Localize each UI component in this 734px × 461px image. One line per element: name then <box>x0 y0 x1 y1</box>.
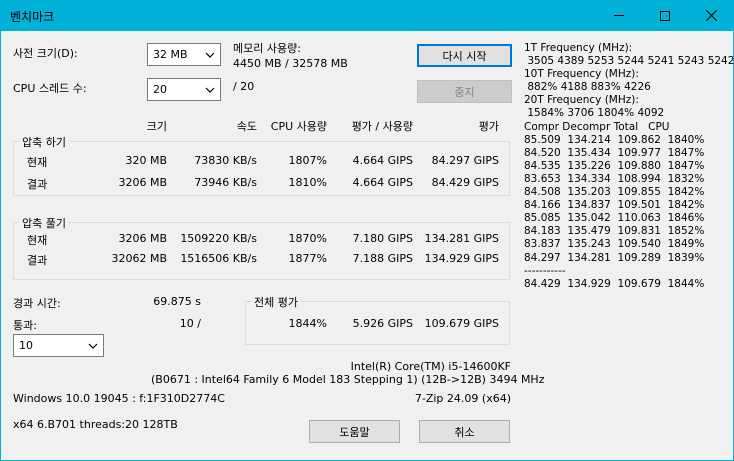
compress-result-label: 결과 <box>27 178 48 191</box>
passes-label: 통과: <box>13 319 37 332</box>
minimize-icon <box>614 15 624 16</box>
threads-label: CPU 스레드 수: <box>13 82 87 95</box>
compress-current-speed: 73830 KB/s <box>194 154 257 167</box>
stop-button[interactable]: 중지 <box>417 80 512 103</box>
decompress-result-cpu: 1877% <box>288 252 327 265</box>
total-rating-usage: 5.926 GIPS <box>352 317 413 330</box>
maximize-button[interactable] <box>642 0 688 31</box>
build-info: x64 6.B701 threads:20 128TB <box>13 418 178 431</box>
restart-button-label: 다시 시작 <box>442 49 487 63</box>
compress-result-cpu: 1810% <box>288 176 327 189</box>
decompress-result-speed: 1516506 KB/s <box>180 252 257 265</box>
log-line: 3505 4389 5253 5244 5241 5243 5242 <box>524 55 734 68</box>
log-line: ----------- <box>524 264 566 277</box>
memory-usage-label: 메모리 사용량: <box>233 42 301 55</box>
frequency-log: 1T Frequency (MHz): 3505 4389 5253 5244 … <box>524 42 734 291</box>
elapsed-time-value: 69.875 s <box>153 295 201 308</box>
log-line: 84.508 135.203 109.855 1842% <box>524 186 705 199</box>
help-button[interactable]: 도움말 <box>309 420 400 443</box>
log-line: 1T Frequency (MHz): <box>524 42 633 54</box>
compress-result-speed: 73946 KB/s <box>194 176 257 189</box>
log-line: 20T Frequency (MHz): <box>524 94 639 107</box>
log-line: 84.535 135.226 109.880 1847% <box>524 159 705 172</box>
passes-value: 10 / <box>179 317 201 330</box>
compress-current-rating-usage: 4.664 GIPS <box>352 154 413 167</box>
stop-button-label: 중지 <box>454 85 475 99</box>
dict-size-select[interactable]: 32 MB <box>147 43 221 66</box>
log-line: 10T Frequency (MHz): <box>524 68 639 81</box>
cancel-button[interactable]: 취소 <box>419 420 510 443</box>
log-line: 83.653 134.334 108.994 1832% <box>524 172 705 185</box>
cpu-detail: (B0671 : Intel64 Family 6 Model 183 Step… <box>151 373 545 386</box>
minimize-button[interactable] <box>596 0 642 31</box>
log-line: 83.837 135.243 109.540 1849% <box>524 238 705 251</box>
threads-select[interactable]: 20 <box>147 78 221 101</box>
maximize-icon <box>660 10 670 21</box>
help-button-label: 도움말 <box>339 425 370 439</box>
decompress-result-rating-usage: 7.188 GIPS <box>352 252 413 265</box>
cancel-button-label: 취소 <box>454 425 475 439</box>
decompress-current-cpu: 1870% <box>288 232 327 245</box>
header-cpu-usage: CPU 사용량 <box>270 120 327 133</box>
compress-current-cpu: 1807% <box>288 154 327 167</box>
elapsed-time-label: 경과 시간: <box>13 297 61 310</box>
compress-result-size: 3206 MB <box>118 176 167 189</box>
chevron-down-icon <box>88 343 98 349</box>
log-line: 84.297 134.281 109.289 1839% <box>524 251 705 264</box>
passes-select-value: 10 <box>19 339 33 352</box>
log-line: 84.183 135.479 109.831 1852% <box>524 225 705 238</box>
decompress-current-size: 3206 MB <box>118 232 167 245</box>
log-line: 84.520 135.434 109.977 1847% <box>524 146 705 159</box>
threads-value: 20 <box>153 83 167 96</box>
log-line: Compr Decompr Total CPU <box>524 120 670 133</box>
compress-result-rating: 84.429 GIPS <box>431 176 499 189</box>
total-rating-title: 전체 평가 <box>251 294 301 310</box>
total-cpu: 1844% <box>288 317 327 330</box>
decompress-result-label: 결과 <box>27 254 48 267</box>
header-size: 크기 <box>146 120 167 133</box>
decompress-result-rating: 134.929 GIPS <box>424 252 499 265</box>
memory-usage-value: 4450 MB / 32578 MB <box>233 57 348 70</box>
log-line: 882% 4188 883% 4226 <box>524 81 651 94</box>
close-icon <box>705 10 717 21</box>
compress-current-size: 320 MB <box>125 154 167 167</box>
compress-title: 압축 하기 <box>19 134 69 150</box>
log-line: 84.166 134.837 109.501 1842% <box>524 199 705 212</box>
decompress-current-rating-usage: 7.180 GIPS <box>352 232 413 245</box>
log-line: 85.085 135.042 110.063 1846% <box>524 212 705 225</box>
decompress-title: 압축 풀기 <box>19 215 69 231</box>
benchmark-dialog: 사전 크기(D): 32 MB 메모리 사용량: 4450 MB / 32578… <box>0 31 734 461</box>
chevron-down-icon <box>205 52 215 58</box>
close-button[interactable] <box>688 0 734 31</box>
cpu-name: Intel(R) Core(TM) i5-14600KF <box>350 360 511 373</box>
threads-total: / 20 <box>233 80 255 93</box>
title-bar: 벤치마크 <box>0 0 734 31</box>
compress-current-label: 현재 <box>27 156 48 169</box>
passes-select[interactable]: 10 <box>13 334 104 357</box>
dict-size-label: 사전 크기(D): <box>13 47 78 60</box>
decompress-current-label: 현재 <box>27 234 48 247</box>
log-line: 84.429 134.929 109.679 1844% <box>524 277 705 290</box>
dict-size-value: 32 MB <box>153 48 188 61</box>
chevron-down-icon <box>205 87 215 93</box>
total-rating: 109.679 GIPS <box>424 317 499 330</box>
decompress-current-speed: 1509220 KB/s <box>180 232 257 245</box>
header-speed: 속도 <box>236 120 257 133</box>
decompress-result-size: 32062 MB <box>111 252 167 265</box>
log-line: 1584% 3706 1804% 4092 <box>524 107 665 120</box>
zip-version: 7-Zip 24.09 (x64) <box>414 392 511 405</box>
decompress-group: 압축 풀기 <box>13 215 510 280</box>
compress-result-rating-usage: 4.664 GIPS <box>352 176 413 189</box>
restart-button[interactable]: 다시 시작 <box>417 44 512 67</box>
compress-current-rating: 84.297 GIPS <box>431 154 499 167</box>
header-rating-usage: 평가 / 사용량 <box>351 120 413 133</box>
os-info: Windows 10.0 19045 : f:1F310D2774C <box>13 392 225 405</box>
log-line: 85.509 134.214 109.862 1840% <box>524 133 705 146</box>
window-title: 벤치마크 <box>10 10 55 24</box>
header-rating: 평가 <box>478 120 499 133</box>
decompress-current-rating: 134.281 GIPS <box>424 232 499 245</box>
